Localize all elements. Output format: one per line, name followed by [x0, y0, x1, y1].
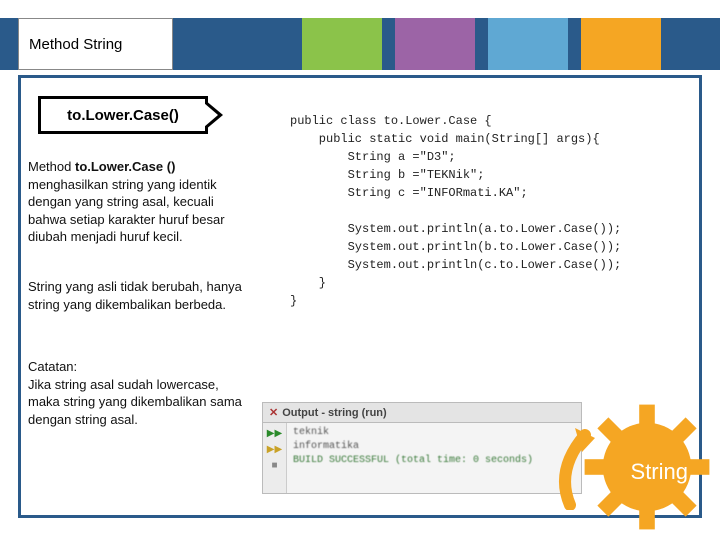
output-header: ✕ Output - string (run): [263, 403, 581, 423]
output-title: Output - string (run): [282, 407, 386, 419]
output-gutter: ▶▶ ▶▶ ■: [263, 423, 287, 493]
rerun-icon[interactable]: ▶▶: [267, 442, 283, 456]
stop-icon[interactable]: ■: [267, 458, 283, 472]
method-name-badge: to.Lower.Case(): [38, 96, 208, 134]
slide-title: Method String: [18, 18, 173, 70]
desc1-bold: to.Lower.Case (): [75, 159, 175, 174]
desc1-rest: menghasilkan string yang identik dengan …: [28, 177, 225, 245]
output-panel: ✕ Output - string (run) ▶▶ ▶▶ ■ teknik i…: [262, 402, 582, 494]
output-body: ▶▶ ▶▶ ■ teknik informatika BUILD SUCCESS…: [263, 423, 581, 493]
tab-blue: [488, 18, 568, 70]
output-line-1: teknik: [293, 426, 533, 440]
tab-orange: [581, 18, 661, 70]
gear-label: String: [631, 459, 688, 485]
description-paragraph-2: String yang asli tidak berubah, hanya st…: [28, 278, 248, 313]
output-line-2: informatika: [293, 440, 533, 454]
description-paragraph-1: Method to.Lower.Case () menghasilkan str…: [28, 158, 248, 246]
output-build-line: BUILD SUCCESSFUL (total time: 0 seconds): [293, 454, 533, 468]
tab-purple: [395, 18, 475, 70]
code-snippet: public class to.Lower.Case { public stat…: [290, 112, 621, 310]
desc1-prefix: Method: [28, 159, 75, 174]
run-icon[interactable]: ▶▶: [267, 426, 283, 440]
tab-green: [302, 18, 382, 70]
description-paragraph-3: Catatan: Jika string asal sudah lowercas…: [28, 358, 248, 428]
output-x-icon: ✕: [269, 406, 278, 419]
arrow-swoosh-icon: [550, 410, 630, 510]
output-text: teknik informatika BUILD SUCCESSFUL (tot…: [287, 423, 539, 493]
